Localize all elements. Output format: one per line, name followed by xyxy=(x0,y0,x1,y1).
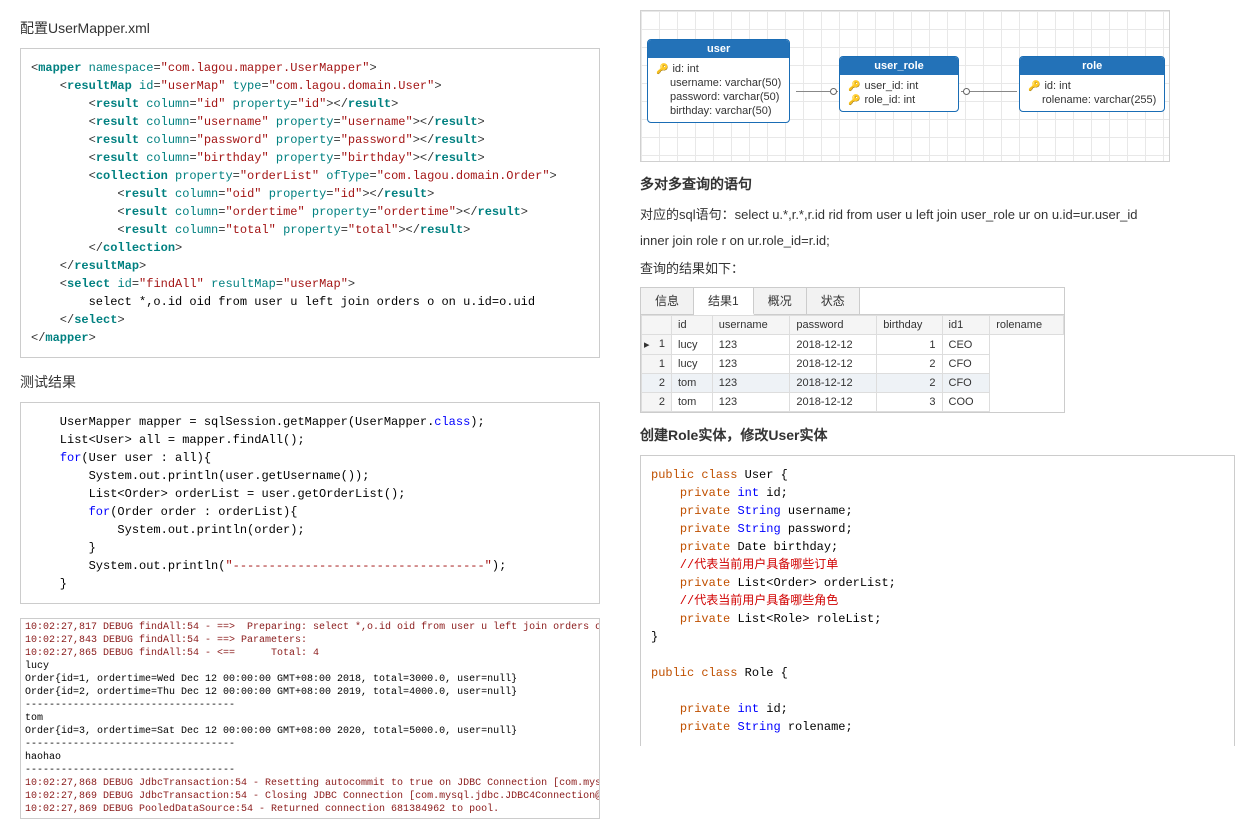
entity-role: role 🔑id: int rolename: varchar(255) xyxy=(1019,56,1165,112)
key-icon: 🔑 xyxy=(848,81,860,92)
heading-usermapper: 配置UserMapper.xml xyxy=(20,18,600,38)
java-entity-code: public class User { private int id; priv… xyxy=(640,455,1235,746)
xml-code-block: <mapper namespace="com.lagou.mapper.User… xyxy=(20,48,600,358)
result-tabs: 信息 结果1 概况 状态 xyxy=(641,288,1064,315)
left-column: 配置UserMapper.xml <mapper namespace="com.… xyxy=(0,0,620,829)
key-icon: 🔑 xyxy=(1028,81,1040,92)
entity-user-role: user_role 🔑user_id: int 🔑role_id: int xyxy=(839,56,959,112)
right-column: user 🔑id: int username: varchar(50) pass… xyxy=(620,0,1255,829)
heading-m2m: 多对多查询的语句 xyxy=(640,174,1235,194)
tab-summary[interactable]: 概况 xyxy=(754,288,807,314)
er-diagram: user 🔑id: int username: varchar(50) pass… xyxy=(640,10,1170,162)
entity-user: user 🔑id: int username: varchar(50) pass… xyxy=(647,39,790,123)
key-icon: 🔑 xyxy=(656,64,668,75)
heading-test-result: 测试结果 xyxy=(20,372,600,392)
result-table: 信息 结果1 概况 状态 idusernamepasswordbirthdayi… xyxy=(640,287,1065,413)
java-code-block: UserMapper mapper = sqlSession.getMapper… xyxy=(20,402,600,604)
key-icon: 🔑 xyxy=(848,95,860,106)
heading-create-role: 创建Role实体，修改User实体 xyxy=(640,425,1235,445)
sql-line2: inner join role r on ur.role_id=r.id; xyxy=(640,233,1235,248)
tab-result1[interactable]: 结果1 xyxy=(694,288,754,315)
result-intro: 查询的结果如下： xyxy=(640,258,1235,277)
sql-line1: 对应的sql语句：select u.*,r.*,r.id rid from us… xyxy=(640,204,1235,223)
debug-log-block: 10:02:27,817 DEBUG findAll:54 - ==> Prep… xyxy=(20,618,600,819)
tab-info[interactable]: 信息 xyxy=(641,288,694,314)
tab-status[interactable]: 状态 xyxy=(807,288,860,314)
